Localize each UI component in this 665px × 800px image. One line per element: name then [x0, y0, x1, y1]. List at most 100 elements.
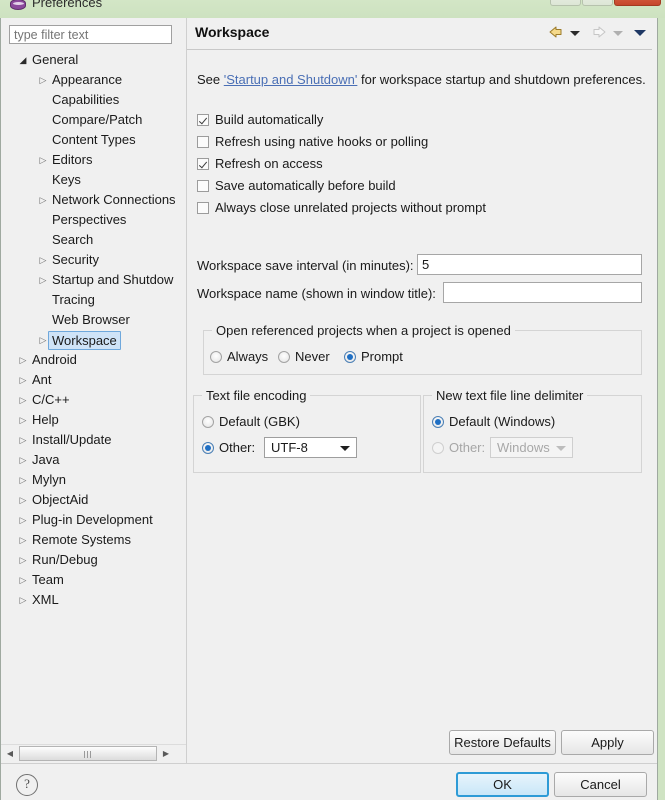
- encoding-other-radio[interactable]: Other:: [202, 438, 255, 458]
- tree-item-label: Editors: [52, 152, 93, 167]
- open-referenced-prompt-radio[interactable]: Prompt: [344, 347, 403, 367]
- tree-expand-icon[interactable]: ▷: [37, 190, 49, 210]
- back-history-dropdown-icon[interactable]: [568, 24, 581, 42]
- radio-icon-always: [210, 351, 222, 363]
- delimiter-default-radio[interactable]: Default (Windows): [432, 412, 555, 432]
- tree-item-label: Remote Systems: [32, 532, 131, 547]
- tree-item-label: Install/Update: [32, 432, 112, 447]
- intro-text: See 'Startup and Shutdown' for workspace…: [197, 72, 646, 87]
- tree-item-label: Appearance: [52, 72, 123, 87]
- apply-button[interactable]: Apply: [561, 730, 654, 755]
- page-nav-toolbar: [547, 24, 646, 42]
- tree-item-xml[interactable]: ▷ XML: [1, 590, 186, 610]
- tree-item-objectaid[interactable]: ▷ ObjectAid: [1, 490, 186, 510]
- tree-item-java[interactable]: ▷ Java: [1, 450, 186, 470]
- startup-shutdown-link[interactable]: 'Startup and Shutdown': [224, 72, 358, 87]
- tree-item-capabilities[interactable]: Capabilities: [1, 90, 186, 110]
- checkbox-row-always-close-unrelated-projects-without-prompt[interactable]: Always close unrelated projects without …: [197, 198, 486, 218]
- tree-expand-icon[interactable]: ▷: [37, 150, 49, 170]
- restore-defaults-button[interactable]: Restore Defaults: [449, 730, 556, 755]
- tree-expand-icon[interactable]: ▷: [17, 470, 29, 490]
- tree-item-install-update[interactable]: ▷ Install/Update: [1, 430, 186, 450]
- tree-item-startup-and-shutdow[interactable]: ▷ Startup and Shutdow: [1, 270, 186, 290]
- tree-item-compare-patch[interactable]: Compare/Patch: [1, 110, 186, 130]
- tree-expand-icon[interactable]: ▷: [17, 570, 29, 590]
- tree-item-content-types[interactable]: Content Types: [1, 130, 186, 150]
- tree-item-security[interactable]: ▷ Security: [1, 250, 186, 270]
- tree-item-mylyn[interactable]: ▷ Mylyn: [1, 470, 186, 490]
- tree-horizontal-scrollbar[interactable]: ◀ ▶: [1, 744, 186, 763]
- close-button[interactable]: ✕: [614, 0, 661, 6]
- close-icon: ✕: [615, 0, 660, 3]
- window-controls: — ▭ ✕: [550, 0, 661, 6]
- tree-expand-icon[interactable]: ▷: [17, 370, 29, 390]
- tree-expand-icon[interactable]: ▷: [37, 70, 49, 90]
- tree-expand-icon[interactable]: ▷: [17, 430, 29, 450]
- tree-collapse-icon[interactable]: ◢: [17, 50, 29, 70]
- tree-expand-icon[interactable]: ▷: [17, 510, 29, 530]
- tree-item-general[interactable]: ◢ General: [1, 50, 186, 70]
- checkbox-row-refresh-using-native-hooks-or-polling[interactable]: Refresh using native hooks or polling: [197, 132, 428, 152]
- encoding-combo[interactable]: UTF-8: [264, 437, 357, 458]
- tree-item-perspectives[interactable]: Perspectives: [1, 210, 186, 230]
- minimize-button[interactable]: —: [550, 0, 581, 6]
- checkbox-row-build-automatically[interactable]: Build automatically: [197, 110, 323, 130]
- tree-item-team[interactable]: ▷ Team: [1, 570, 186, 590]
- tree-expand-icon[interactable]: ▷: [17, 530, 29, 550]
- checkbox-row-save-automatically-before-build[interactable]: Save automatically before build: [197, 176, 396, 196]
- delimiter-other-radio[interactable]: Other:: [432, 438, 485, 458]
- maximize-button[interactable]: ▭: [582, 0, 613, 6]
- tree-expand-icon[interactable]: ▷: [37, 270, 49, 290]
- save-interval-input[interactable]: [417, 254, 642, 275]
- tree-item-android[interactable]: ▷ Android: [1, 350, 186, 370]
- tree-item-run-debug[interactable]: ▷ Run/Debug: [1, 550, 186, 570]
- intro-suffix: for workspace startup and shutdown prefe…: [357, 72, 646, 87]
- tree-item-remote-systems[interactable]: ▷ Remote Systems: [1, 530, 186, 550]
- delimiter-combo[interactable]: Windows: [490, 437, 573, 458]
- tree-item-label: Startup and Shutdow: [52, 272, 174, 287]
- scroll-left-icon[interactable]: ◀: [2, 746, 18, 761]
- tree-expand-icon[interactable]: ▷: [17, 390, 29, 410]
- checkbox-unchecked-icon: [197, 202, 209, 214]
- hscroll-thumb[interactable]: [19, 746, 157, 761]
- encoding-default-radio[interactable]: Default (GBK): [202, 412, 300, 432]
- tree-item-search[interactable]: Search: [1, 230, 186, 250]
- tree-item-help[interactable]: ▷ Help: [1, 410, 186, 430]
- tree-item-tracing[interactable]: Tracing: [1, 290, 186, 310]
- tree-expand-icon[interactable]: ▷: [17, 590, 29, 610]
- workspace-name-input[interactable]: [443, 282, 642, 303]
- tree-expand-icon[interactable]: ▷: [17, 490, 29, 510]
- scroll-right-icon[interactable]: ▶: [158, 746, 174, 761]
- tree-expand-icon[interactable]: ▷: [17, 350, 29, 370]
- tree-item-label: Help: [32, 412, 59, 427]
- preferences-tree[interactable]: ◢ General ▷ Appearance Capabilities Compare/P…: [1, 50, 186, 738]
- tree-item-label: Ant: [32, 372, 52, 387]
- tree-item-ant[interactable]: ▷ Ant: [1, 370, 186, 390]
- tree-item-keys[interactable]: Keys: [1, 170, 186, 190]
- tree-item-workspace[interactable]: ▷ Workspace: [1, 330, 186, 350]
- radio-icon-never: [278, 351, 290, 363]
- checkbox-row-refresh-on-access[interactable]: Refresh on access: [197, 154, 323, 174]
- tree-item-label: Compare/Patch: [52, 112, 143, 127]
- tree-expand-icon[interactable]: ▷: [17, 450, 29, 470]
- open-referenced-never-radio[interactable]: Never: [278, 347, 330, 367]
- filter-input[interactable]: [9, 25, 172, 44]
- tree-expand-icon[interactable]: ▷: [37, 250, 49, 270]
- tree-item-appearance[interactable]: ▷ Appearance: [1, 70, 186, 90]
- back-arrow-icon[interactable]: [547, 24, 565, 42]
- tree-item-web-browser[interactable]: Web Browser: [1, 310, 186, 330]
- tree-expand-icon[interactable]: ▷: [17, 550, 29, 570]
- open-referenced-always-radio[interactable]: Always: [210, 347, 268, 367]
- ok-button[interactable]: OK: [456, 772, 549, 797]
- tree-item-editors[interactable]: ▷ Editors: [1, 150, 186, 170]
- help-icon[interactable]: ?: [16, 774, 38, 796]
- page-menu-dropdown-icon[interactable]: [633, 24, 646, 42]
- hscroll-track[interactable]: [19, 746, 157, 761]
- tree-item-label: Search: [52, 232, 94, 247]
- cancel-button[interactable]: Cancel: [554, 772, 647, 797]
- tree-item-plug-in-development[interactable]: ▷ Plug-in Development: [1, 510, 186, 530]
- save-interval-label: Workspace save interval (in minutes):: [197, 258, 414, 273]
- tree-item-network-connections[interactable]: ▷ Network Connections: [1, 190, 186, 210]
- tree-expand-icon[interactable]: ▷: [17, 410, 29, 430]
- tree-item-c-c[interactable]: ▷ C/C++: [1, 390, 186, 410]
